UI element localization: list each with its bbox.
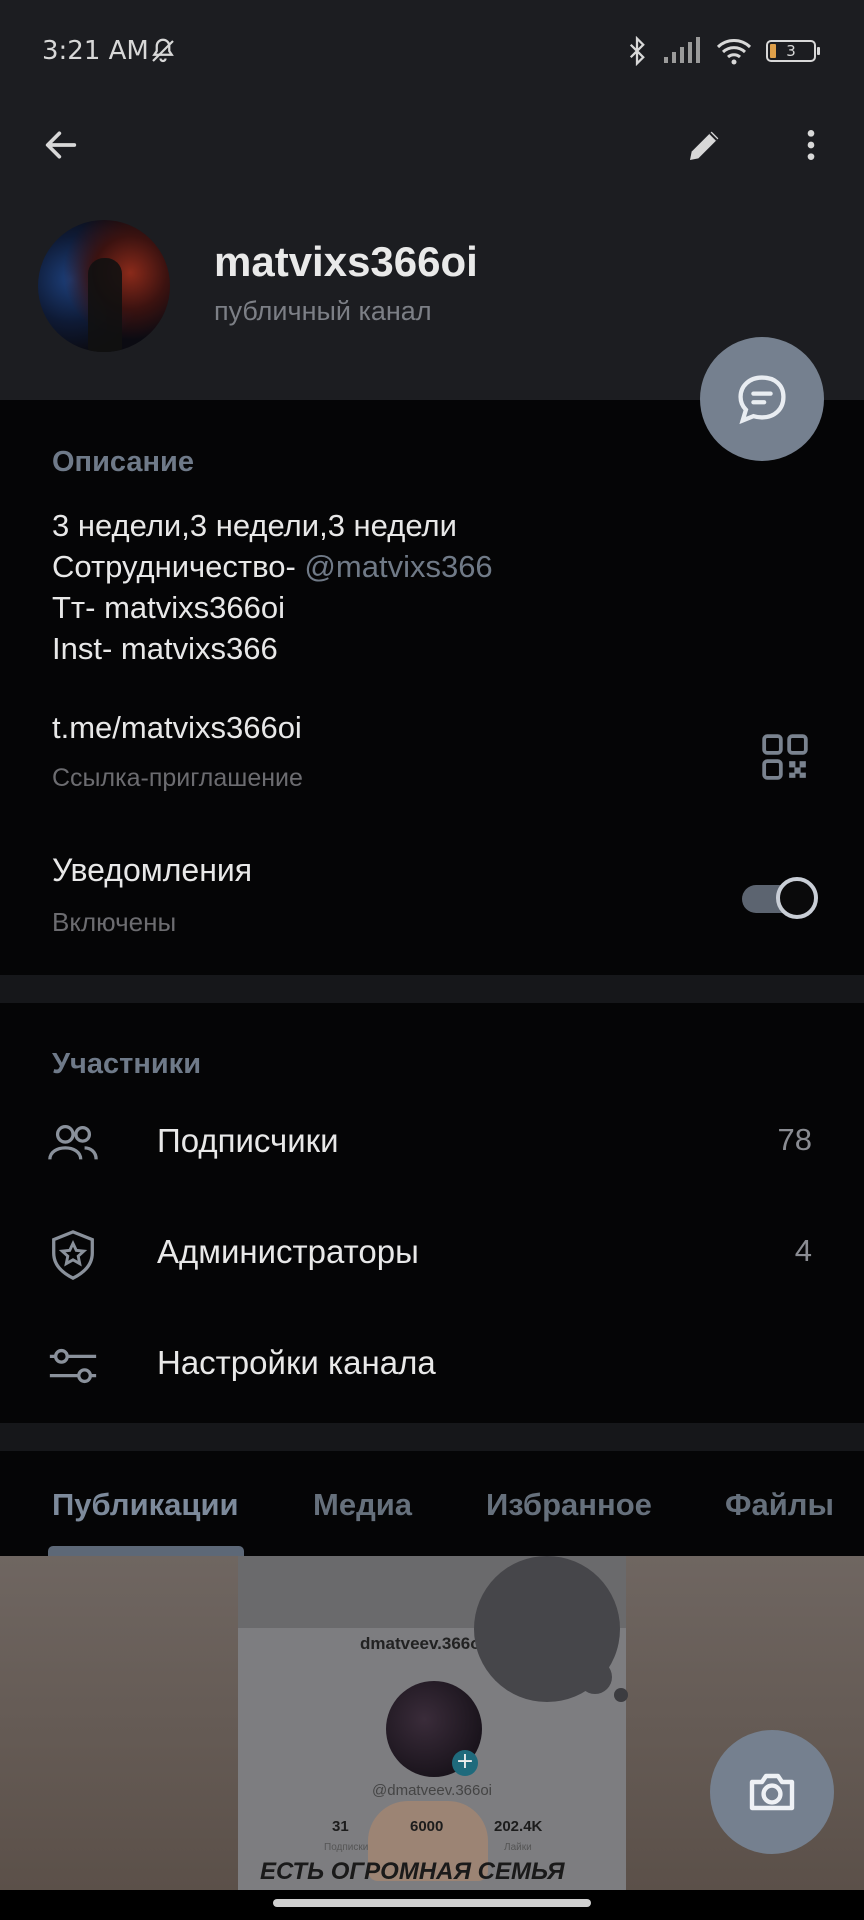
mention-link[interactable]: @matvixs366 bbox=[304, 549, 492, 584]
description-title: Описание bbox=[52, 446, 194, 478]
bluetooth-icon bbox=[626, 36, 648, 66]
back-button[interactable] bbox=[36, 120, 86, 170]
invite-link-label: Ссылка-приглашение bbox=[52, 764, 303, 792]
battery-icon: 3 bbox=[766, 40, 820, 62]
navigation-bar bbox=[0, 1890, 864, 1920]
discussion-button[interactable] bbox=[700, 337, 824, 461]
notifications-status: Включены bbox=[52, 907, 177, 937]
description-line: Тт- matvixs366oi bbox=[52, 590, 285, 625]
qr-code-icon bbox=[762, 734, 808, 780]
channel-settings-label: Настройки канала bbox=[157, 1344, 436, 1381]
channel-settings-row[interactable]: Настройки канала bbox=[0, 1312, 864, 1422]
tab-media[interactable]: Медиа bbox=[313, 1487, 412, 1523]
status-bar: 3:21 AM 3 bbox=[0, 0, 864, 100]
members-title: Участники bbox=[52, 1048, 202, 1080]
tab-files[interactable]: Файлы bbox=[725, 1487, 834, 1523]
preview-overlay-dot bbox=[578, 1660, 612, 1694]
tabs-bar: Публикации Медиа Избранное Файлы bbox=[0, 1451, 864, 1556]
channel-name: matvixs366oi bbox=[214, 238, 478, 285]
home-gesture-handle[interactable] bbox=[273, 1899, 591, 1907]
muted-bell-icon bbox=[148, 36, 178, 66]
camera-icon bbox=[749, 1773, 795, 1811]
preview-banner: ЕСТЬ ОГРОМНАЯ СЕМЬЯ bbox=[260, 1858, 565, 1885]
tab-indicator bbox=[48, 1546, 244, 1556]
status-icons: 3 bbox=[626, 36, 820, 66]
preview-plus-icon: + bbox=[452, 1750, 478, 1776]
more-vertical-icon bbox=[807, 130, 815, 160]
preview-stat-label: Лайки bbox=[504, 1842, 532, 1853]
edit-button[interactable] bbox=[680, 120, 730, 170]
pencil-icon bbox=[690, 131, 719, 160]
qr-code-button[interactable] bbox=[760, 732, 810, 782]
more-options-button[interactable] bbox=[786, 120, 836, 170]
tab-publications[interactable]: Публикации bbox=[52, 1487, 239, 1523]
sliders-icon bbox=[46, 1339, 100, 1393]
administrators-count: 4 bbox=[794, 1233, 812, 1268]
arrow-left-icon bbox=[45, 131, 77, 159]
signal-icon bbox=[662, 37, 702, 65]
subscribers-row[interactable]: Подписчики 78 bbox=[0, 1090, 864, 1200]
section-divider bbox=[0, 975, 864, 1003]
description-line: Сотрудничество- @matvixs366 bbox=[52, 549, 493, 584]
preview-stat-label: Подписки bbox=[324, 1842, 369, 1853]
notifications-toggle[interactable] bbox=[742, 877, 818, 919]
preview-stat: 202.4K bbox=[494, 1818, 543, 1835]
subscribers-label: Подписчики bbox=[157, 1122, 339, 1159]
description-line: 3 недели,3 недели,3 недели bbox=[52, 508, 457, 543]
subscribers-count: 78 bbox=[777, 1122, 812, 1157]
tab-favorites[interactable]: Избранное bbox=[486, 1487, 652, 1523]
camera-button[interactable] bbox=[710, 1730, 834, 1854]
channel-type: публичный канал bbox=[214, 296, 432, 326]
preview-username: dmatveev.366oi bbox=[360, 1634, 486, 1653]
invite-link[interactable]: t.me/matvixs366oi bbox=[52, 710, 302, 746]
status-time: 3:21 AM bbox=[42, 36, 149, 66]
preview-stat: 31 bbox=[332, 1818, 349, 1835]
wifi-icon bbox=[716, 37, 752, 65]
administrators-label: Администраторы bbox=[157, 1233, 419, 1270]
channel-avatar[interactable] bbox=[38, 220, 170, 352]
description-line: Inst- matvixs366 bbox=[52, 631, 278, 666]
media-thumbnail[interactable]: dmatveev.366oi + @dmatveev.366oi 31 6000… bbox=[238, 1556, 628, 1890]
description-text: 3 недели,3 недели,3 недели Сотрудничеств… bbox=[52, 505, 493, 669]
notifications-title: Уведомления bbox=[52, 852, 253, 888]
chat-bubble-icon bbox=[738, 375, 786, 425]
administrators-row[interactable]: Администраторы 4 bbox=[0, 1201, 864, 1311]
preview-stat: 6000 bbox=[410, 1818, 444, 1835]
shield-star-icon bbox=[46, 1228, 100, 1282]
preview-handle: @dmatveev.366oi bbox=[372, 1782, 493, 1799]
preview-overlay-dot bbox=[614, 1688, 628, 1702]
section-divider bbox=[0, 1423, 864, 1451]
people-icon bbox=[46, 1117, 100, 1171]
